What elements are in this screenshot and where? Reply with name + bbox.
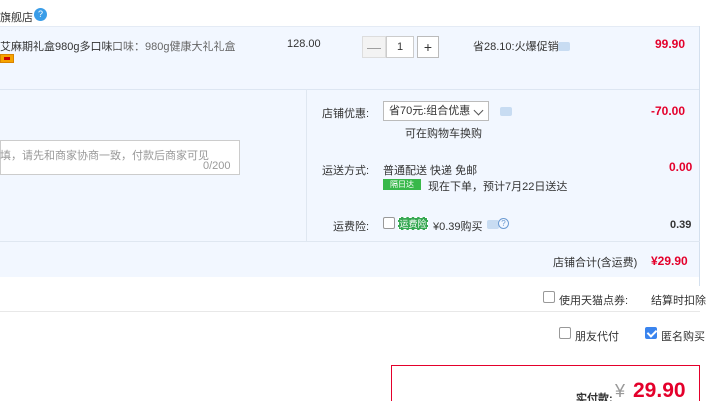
subtotal-label: 店铺合计(含运费) xyxy=(553,257,638,269)
friend-pay-checkbox[interactable] xyxy=(559,327,571,339)
chat-icon[interactable] xyxy=(558,42,570,51)
anonymous-checkbox[interactable] xyxy=(645,327,657,339)
insurance-label: 运费险: xyxy=(333,221,370,233)
tmall-points-label: 使用天猫点券: xyxy=(559,295,629,307)
qty-increase-button[interactable]: + xyxy=(417,36,439,58)
promo-select[interactable]: 省70元:组合优惠 xyxy=(383,101,489,121)
insurance-checkbox[interactable] xyxy=(383,217,395,229)
chevron-down-icon xyxy=(473,105,484,116)
divider xyxy=(0,241,700,242)
anonymous-label: 匿名购买 xyxy=(661,331,705,343)
subtotal-amount: ¥29.90 xyxy=(651,254,688,268)
insurance-amount: 0.39 xyxy=(670,219,692,231)
store-header xyxy=(0,0,711,26)
currency-symbol: ¥ xyxy=(615,381,626,401)
item-spec: 口味：980g健康大礼礼盒 xyxy=(112,41,236,53)
settle-note: 结算时扣除 xyxy=(651,295,706,307)
payment-label: 实付款: xyxy=(576,393,613,401)
store-name[interactable]: 旗舰店 xyxy=(0,9,33,25)
chat-icon[interactable] xyxy=(500,107,512,116)
insurance-price: ¥0.39购买 xyxy=(433,221,483,233)
tmall-points-checkbox[interactable] xyxy=(543,291,555,303)
info-badge-icon[interactable]: ? xyxy=(34,8,47,21)
shipping-amount: 0.00 xyxy=(669,160,693,174)
qty-decrease-button[interactable]: — xyxy=(362,36,386,58)
help-icon[interactable]: ? xyxy=(498,218,509,229)
insurance-badge: 运费险 xyxy=(398,217,428,230)
item-total: 99.90 xyxy=(655,37,686,51)
promo-amount: -70.00 xyxy=(651,104,686,118)
item-title[interactable]: 艾麻期礼盒980g多口味... xyxy=(0,38,122,54)
panel-edge xyxy=(699,26,700,286)
memo-char-count: 0/200 xyxy=(203,160,231,172)
divider xyxy=(0,311,700,312)
next-day-badge: 隔日达 xyxy=(383,179,421,190)
friend-pay-label: 朋友代付 xyxy=(575,331,619,343)
shipping-method: 普通配送 快递 免邮 xyxy=(383,165,478,177)
panel-divider xyxy=(306,89,307,241)
item-unit-price: 128.00 xyxy=(287,38,321,50)
shipping-eta: 现在下单，预计7月22日送达 xyxy=(428,181,568,193)
quantity-input[interactable]: 1 xyxy=(386,36,414,58)
memo-placeholder: 填，请先和商家协商一致，付款后商家可见 xyxy=(0,150,209,162)
promo-tag-icon xyxy=(0,54,14,63)
shipping-label: 运送方式: xyxy=(322,165,370,177)
payment-amount: 29.90 xyxy=(633,379,686,401)
promo-label: 店铺优惠: xyxy=(322,108,370,120)
item-row xyxy=(0,26,700,89)
item-saving: 省28.10:火爆促销 xyxy=(473,41,559,53)
promo-note: 可在购物车换购 xyxy=(405,128,482,140)
promo-selected-value: 省70元:组合优惠 xyxy=(389,105,471,117)
